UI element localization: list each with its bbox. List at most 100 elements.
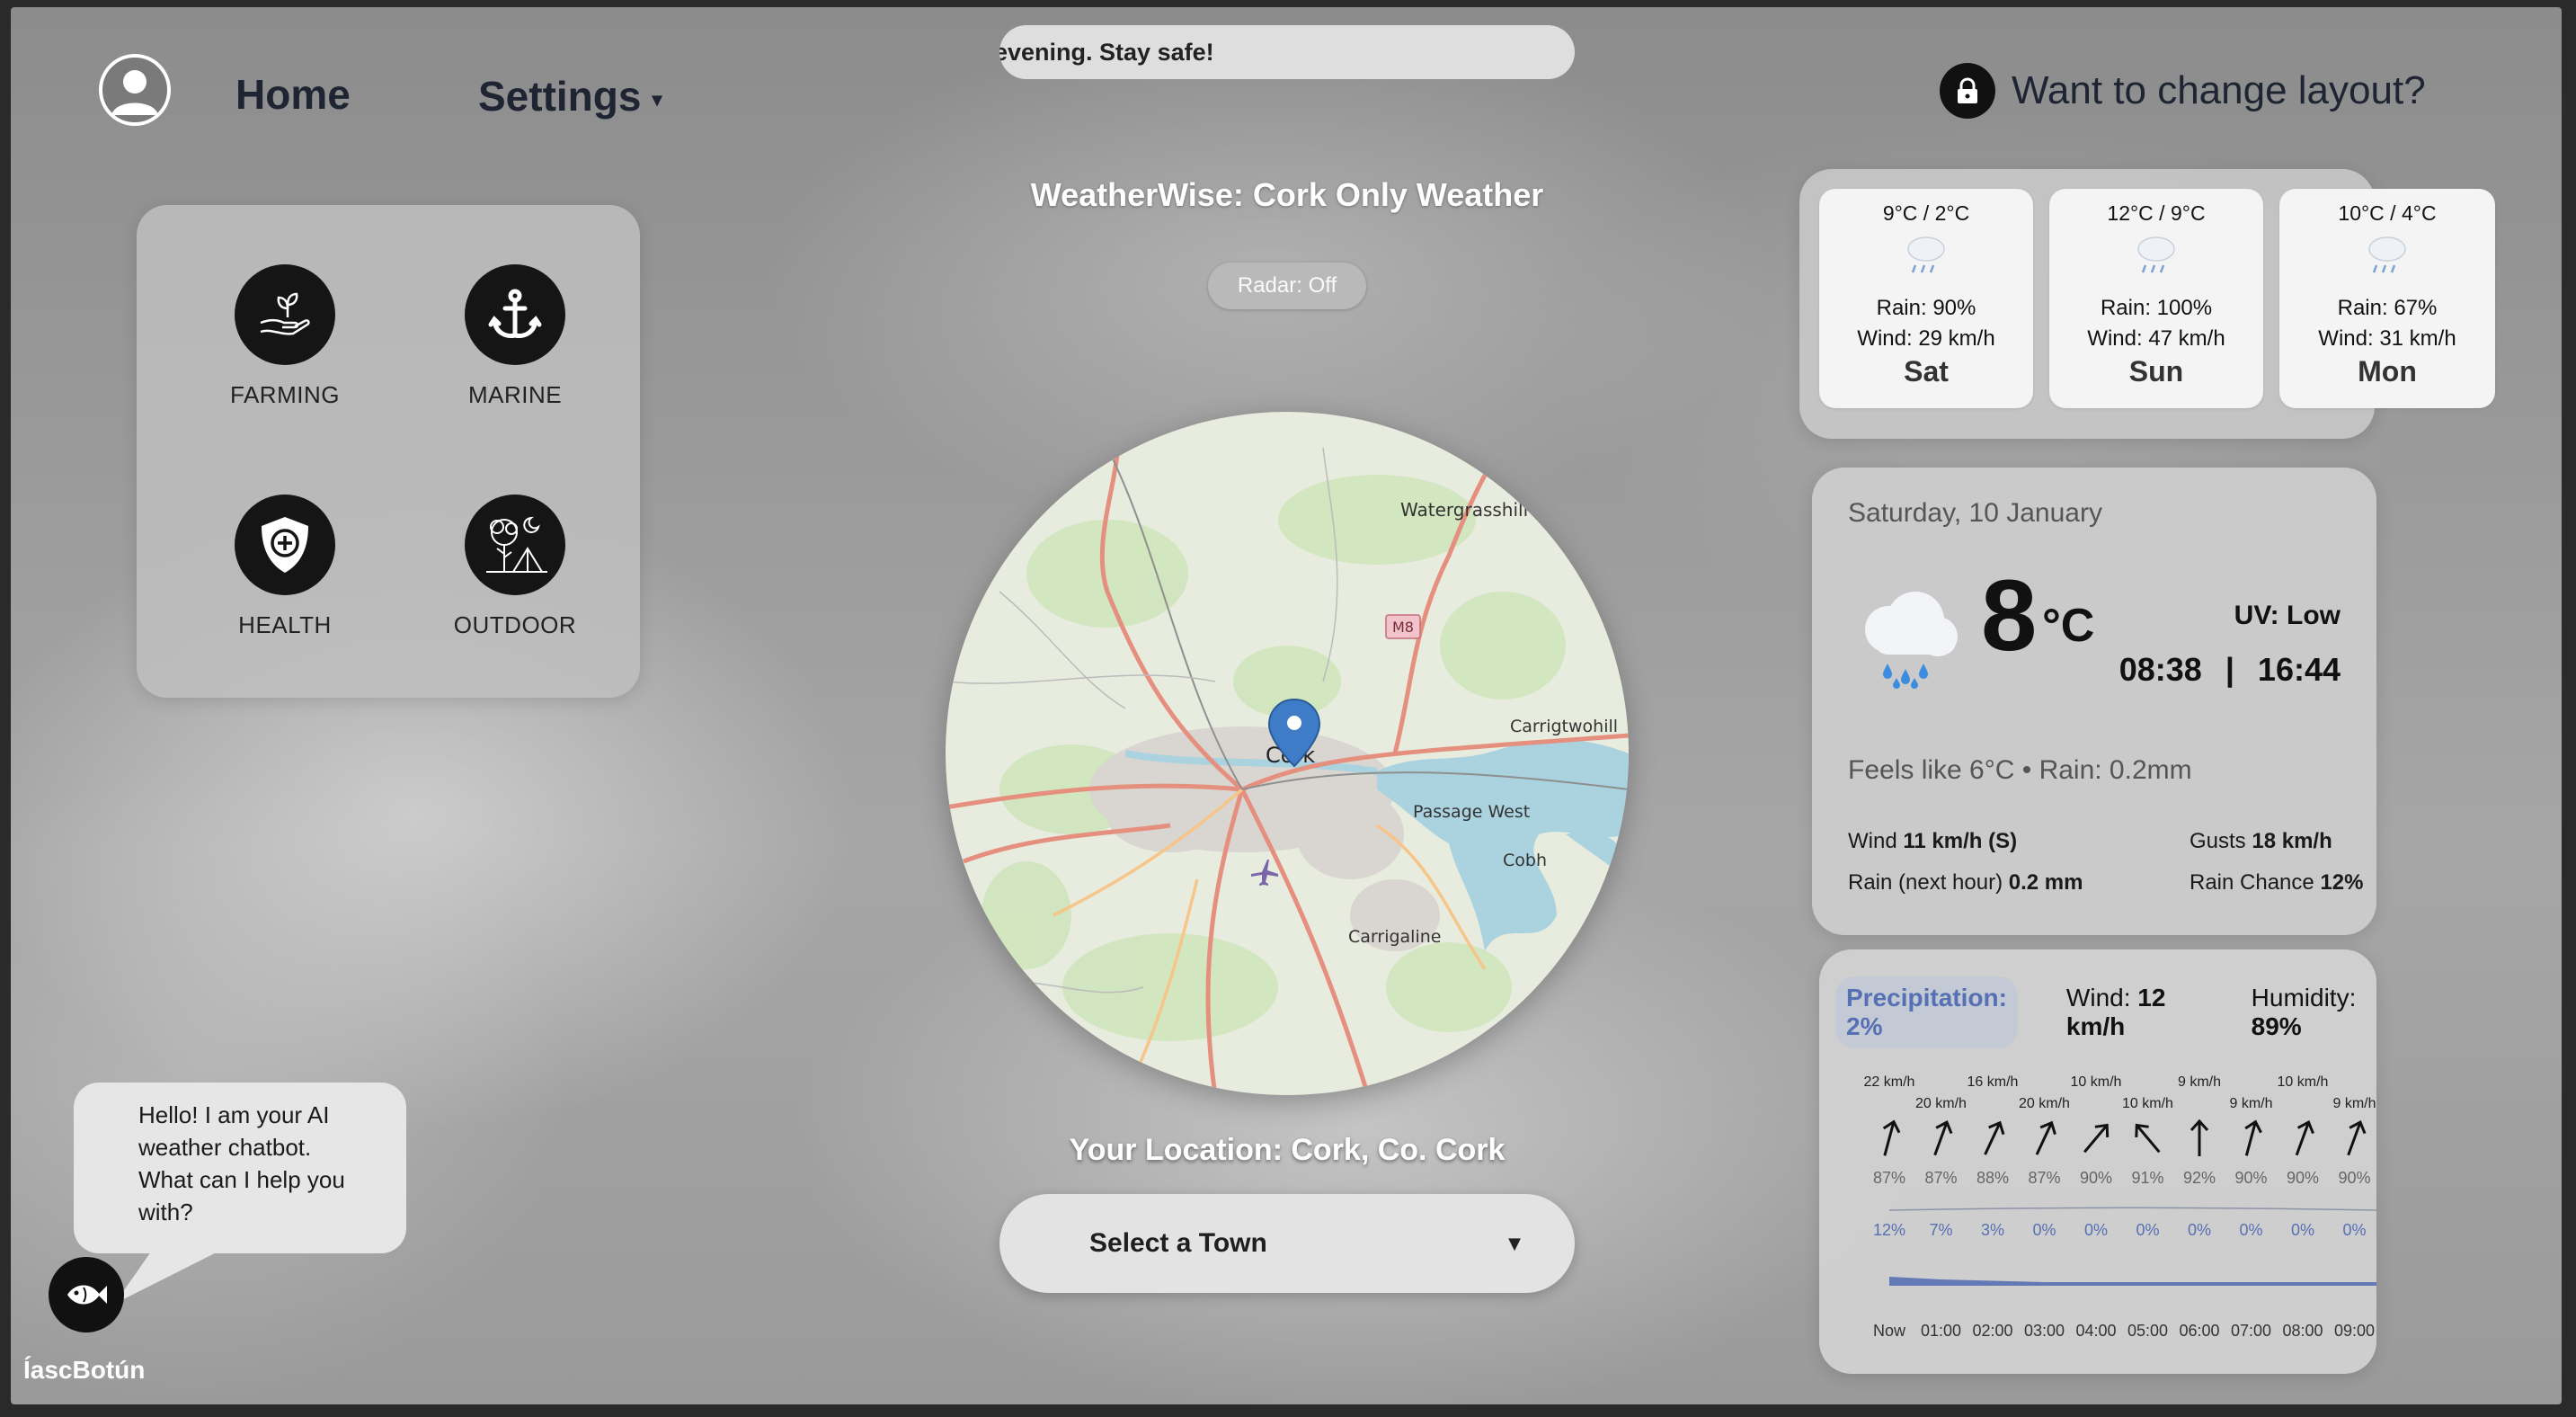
- humidity-value: 92%: [2183, 1169, 2216, 1187]
- wind-speed-label: 9 km/h: [2178, 1074, 2221, 1090]
- current-date: Saturday, 10 January: [1848, 498, 2102, 528]
- lock-icon: [1940, 63, 1995, 119]
- rain-cloud-icon: [1819, 231, 2033, 290]
- wind-arrow-path: [2347, 1120, 2367, 1156]
- forecast-wind: Wind: 29 km/h: [1857, 326, 1995, 351]
- nav-home-link[interactable]: Home: [235, 70, 351, 119]
- map-label-cobh: Cobh: [1503, 851, 1547, 870]
- forecast-wind: Wind: 47 km/h: [2087, 326, 2225, 351]
- location-text: Your Location: Cork, Co. Cork: [1069, 1133, 1506, 1167]
- forecast-rain: Rain: 100%: [2100, 296, 2213, 320]
- wind-arrow-path: [2295, 1120, 2314, 1156]
- current-conditions-panel: Saturday, 10 January 8 °C UV: Low 08:38: [1812, 468, 2376, 935]
- change-layout-button[interactable]: Want to change layout?: [1940, 63, 2426, 119]
- wind-arrow-icon: [2035, 1120, 2056, 1155]
- precip-chance-value: 7%: [1929, 1221, 1952, 1239]
- chevron-down-icon: ▼: [1508, 1234, 1521, 1253]
- hour-label: 04:00: [2075, 1322, 2116, 1340]
- chat-message-line: Hello! I am your AI: [138, 1101, 330, 1128]
- chat-bubble: Hello! I am your AI weather chatbot. Wha…: [74, 1083, 406, 1253]
- wind-speed-label: 20 km/h: [1915, 1096, 1967, 1111]
- rain-chance-stat: Rain Chance 12%: [2190, 870, 2363, 896]
- category-outdoor-label: OUTDOOR: [453, 611, 577, 638]
- wind-arrow-icon: [2295, 1120, 2314, 1156]
- forecast-panel: 9°C / 2°C Rain: 90% Wind: 29 km/h Sat 12…: [1799, 169, 2495, 439]
- feels-like-text: Feels like 6°C • Rain: 0.2mm: [1848, 755, 2192, 785]
- precip-amount-area: [1889, 1277, 2376, 1286]
- alert-ticker: evening. Stay safe!: [999, 25, 1575, 79]
- category-marine[interactable]: MARINE: [425, 264, 605, 409]
- humidity-value: 90%: [2287, 1169, 2319, 1187]
- chat-message-line: What can I help you: [138, 1166, 345, 1193]
- forecast-temps: 9°C / 2°C: [1882, 201, 1970, 225]
- humidity-value: 90%: [2080, 1169, 2112, 1187]
- forecast-day-card[interactable]: 10°C / 4°C Rain: 67% Wind: 31 km/h Mon: [2279, 189, 2495, 408]
- gusts-stat-value: 18 km/h: [2252, 829, 2332, 853]
- precip-chance-value: 0%: [2342, 1221, 2366, 1239]
- category-health-label: HEALTH: [238, 611, 332, 638]
- wind-speed-label: 9 km/h: [2332, 1096, 2376, 1111]
- forecast-wind: Wind: 31 km/h: [2318, 326, 2456, 351]
- wind-arrow-path: [2135, 1123, 2161, 1154]
- hour-label: 08:00: [2282, 1322, 2323, 1340]
- wind-arrow-path: [1882, 1119, 1901, 1156]
- wind-speed-label: 10 km/h: [2122, 1096, 2173, 1111]
- chat-message-line: weather chatbot.: [138, 1134, 312, 1161]
- sun-times: 08:38 | 16:44: [2119, 651, 2341, 689]
- wind-arrow-icon: [2190, 1118, 2209, 1156]
- map-label-carrigaline: Carrigaline: [1348, 927, 1441, 947]
- forecast-day-card[interactable]: 9°C / 2°C Rain: 90% Wind: 29 km/h Sat: [1819, 189, 2033, 408]
- wind-arrow-icon: [2135, 1123, 2161, 1154]
- hour-label: 07:00: [2231, 1322, 2271, 1340]
- forecast-day-name: Sun: [2128, 355, 2184, 388]
- humidity-trend-line: [1888, 1207, 2376, 1211]
- hour-label: 03:00: [2024, 1322, 2065, 1340]
- user-avatar-icon[interactable]: [99, 54, 171, 126]
- wind-speed-label: 20 km/h: [2019, 1096, 2070, 1111]
- category-marine-label: MARINE: [467, 381, 563, 408]
- wind-speed-label: 10 km/h: [2278, 1074, 2329, 1090]
- page-title: WeatherWise: Cork Only Weather: [1030, 176, 1544, 213]
- anchor-icon: [465, 264, 565, 365]
- chatbot-fish-icon[interactable]: [49, 1257, 124, 1332]
- nav-settings-menu[interactable]: Settings ▾: [478, 72, 662, 120]
- change-layout-label: Want to change layout?: [2012, 68, 2426, 112]
- health-shield-icon: [235, 495, 335, 595]
- sunset-time: 16:44: [2257, 651, 2341, 688]
- wind-arrow-icon: [1933, 1120, 1953, 1156]
- wind-stat-value: 11 km/h (S): [1903, 829, 2018, 853]
- hourly-panel: Precipitation: 2% Wind: 12 km/h Humidity…: [1819, 949, 2376, 1374]
- map-label-carrigtwohill: Carrigtwohill: [1510, 717, 1618, 736]
- humidity-value: 87%: [1924, 1169, 1957, 1187]
- wind-speed-label: 22 km/h: [1864, 1074, 1915, 1090]
- category-health[interactable]: HEALTH: [195, 495, 375, 639]
- category-farming[interactable]: FARMING: [195, 264, 375, 409]
- category-outdoor[interactable]: OUTDOOR: [425, 495, 605, 639]
- wind-stat-label: Wind: [1848, 829, 1897, 853]
- forecast-rain: Rain: 67%: [2337, 296, 2438, 320]
- radar-toggle-button[interactable]: Radar: Off: [1208, 263, 1366, 309]
- rain-next-hour-value: 0.2 mm: [2008, 870, 2083, 895]
- precip-chance-value: 0%: [2188, 1221, 2211, 1239]
- category-panel: FARMING MARINE HEALTH OUTDOOR: [137, 205, 640, 698]
- humidity-value: 88%: [1976, 1169, 2009, 1187]
- forecast-temps: 12°C / 9°C: [2107, 201, 2206, 225]
- rain-chance-value: 12%: [2320, 870, 2364, 895]
- forecast-temps: 10°C / 4°C: [2338, 201, 2437, 225]
- wind-arrow-icon: [2244, 1119, 2262, 1156]
- rain-next-hour-label: Rain (next hour): [1848, 870, 2003, 895]
- rain-cloud-icon: [2049, 231, 2263, 290]
- humidity-value: 87%: [2028, 1169, 2060, 1187]
- rain-cloud-icon: [1848, 584, 1965, 710]
- map-view[interactable]: M8 Watergrasshill Cork Carrigtwohill Pas…: [946, 412, 1629, 1095]
- precip-chance-value: 0%: [2136, 1221, 2159, 1239]
- forecast-day-card[interactable]: 12°C / 9°C Rain: 100% Wind: 47 km/h Sun: [2049, 189, 2263, 408]
- rain-cloud-icon: [2279, 231, 2495, 290]
- rain-chance-label: Rain Chance: [2190, 870, 2314, 895]
- town-select[interactable]: Select a Town ▼: [999, 1194, 1575, 1293]
- gusts-stat-label: Gusts: [2190, 829, 2246, 853]
- hour-label: 05:00: [2127, 1322, 2168, 1340]
- precip-chance-value: 0%: [2032, 1221, 2056, 1239]
- current-temperature: 8: [1981, 559, 2038, 672]
- humidity-value: 91%: [2131, 1169, 2163, 1187]
